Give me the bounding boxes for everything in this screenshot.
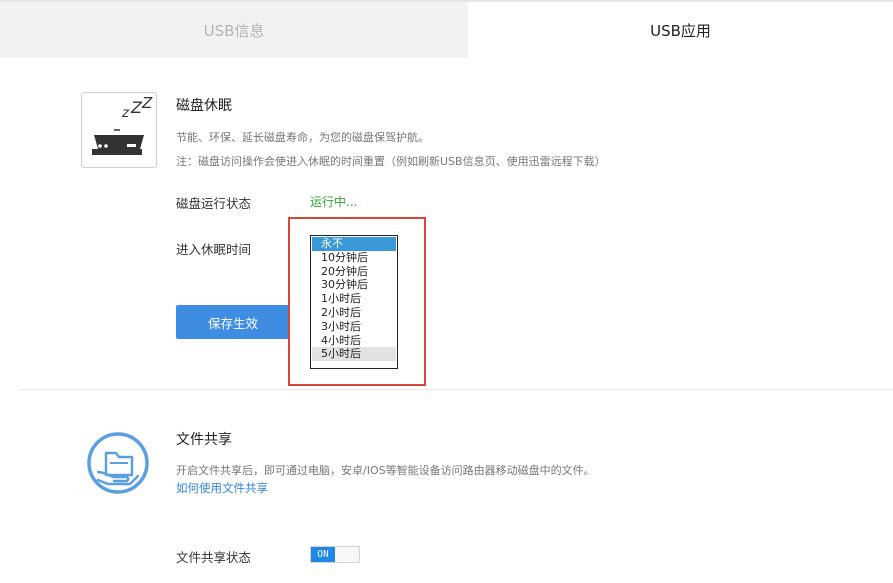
file-share-help-link[interactable]: 如何使用文件共享	[176, 480, 268, 496]
file-share-title: 文件共享	[176, 432, 232, 448]
tab-usb-info[interactable]: USB信息	[0, 0, 468, 58]
option-never[interactable]: 永不	[312, 237, 396, 251]
svg-text:z: z	[121, 106, 130, 121]
usb-tabs: USB信息 USB应用	[0, 0, 893, 58]
disk-sleep-description: 节能、环保、延长磁盘寿命，为您的磁盘保驾护航。	[176, 131, 429, 144]
tab-usb-app[interactable]: USB应用	[468, 0, 893, 58]
option-10min[interactable]: 10分钟后	[312, 251, 396, 265]
svg-text:Z: Z	[141, 94, 153, 112]
save-button[interactable]: 保存生效	[176, 305, 290, 339]
section-divider	[20, 389, 893, 390]
disk-sleep-note: 注：磁盘访问操作会使进入休眠的时间重置（例如刷新USB信息页、使用迅雷远程下载）	[176, 155, 606, 168]
sleep-time-select[interactable]: 永不 10分钟后 20分钟后 30分钟后 1小时后 2小时后 3小时后 4小时后…	[310, 235, 398, 369]
option-3hour[interactable]: 3小时后	[312, 320, 396, 334]
sleep-time-label: 进入休眠时间	[176, 242, 252, 257]
disk-sleep-title: 磁盘休眠	[176, 98, 232, 114]
option-2hour[interactable]: 2小时后	[312, 306, 396, 320]
file-share-toggle[interactable]: ON	[310, 546, 360, 563]
disk-status-label: 磁盘运行状态	[176, 196, 252, 211]
option-30min[interactable]: 30分钟后	[312, 278, 396, 292]
option-5hour[interactable]: 5小时后	[312, 347, 396, 362]
toggle-on-label: ON	[311, 547, 335, 562]
file-share-status-label: 文件共享状态	[176, 550, 252, 565]
option-1hour[interactable]: 1小时后	[312, 292, 396, 306]
disk-status-value: 运行中...	[310, 195, 358, 209]
option-20min[interactable]: 20分钟后	[312, 265, 396, 279]
option-4hour[interactable]: 4小时后	[312, 334, 396, 348]
file-share-description: 开启文件共享后，即可通过电脑，安卓/IOS等智能设备访问路由器移动磁盘中的文件。	[176, 464, 595, 477]
hard-disk-sleep-icon: z Z Z	[81, 92, 157, 168]
folder-hand-share-icon	[86, 431, 150, 495]
